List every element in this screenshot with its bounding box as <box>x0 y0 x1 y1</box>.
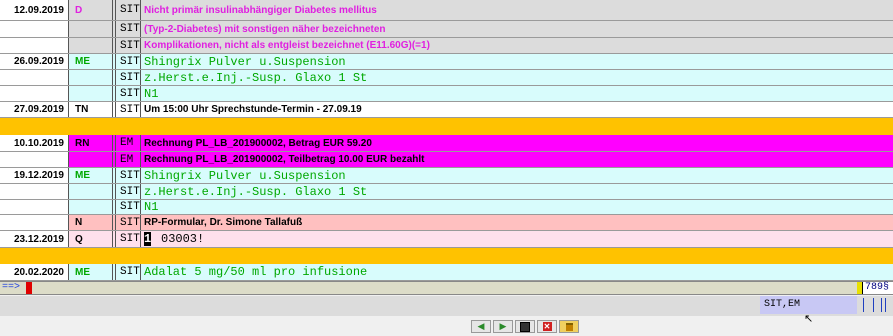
record-row[interactable]: 27.09.2019 TN SIT Um 15:00 Uhr Sprechstunde… <box>0 102 893 118</box>
row-type: ME <box>69 264 113 280</box>
record-row[interactable]: SIT (Typ-2-Diabetes) mit sonstigen näher … <box>0 21 893 38</box>
row-text: Komplikationen, nicht als entgleist beze… <box>144 40 430 51</box>
record-row[interactable]: SIT z.Herst.e.Inj.-Susp. Glaxo 1 St <box>0 184 893 200</box>
row-text: Adalat 5 mg/50 ml pro infusione <box>144 265 368 279</box>
counter-indicator <box>857 282 863 294</box>
patient-record-grid: 12.09.2019 D SIT Nicht primär insulinabhäng… <box>0 0 893 281</box>
record-row[interactable]: 10.10.2019 RN EM Rechnung PL_LB_201900002, … <box>0 135 893 152</box>
row-type <box>69 70 113 85</box>
forward-arrow-icon: ▶ <box>499 321 507 331</box>
row-text: z.Herst.e.Inj.-Susp. Glaxo 1 St <box>144 70 368 85</box>
record-row[interactable]: N SIT RP-Formular, Dr. Simone Tallafuß <box>0 215 893 231</box>
row-text: N1 <box>144 86 159 101</box>
row-code: SIT <box>116 215 141 230</box>
row-text: N1 <box>144 200 159 214</box>
row-code: SIT <box>116 231 141 247</box>
command-line[interactable]: ==> 789§ <box>0 281 893 295</box>
back-arrow-icon: ◀ <box>477 321 485 331</box>
row-text: Um 15:00 Uhr Sprechstunde-Termin - 27.09… <box>144 104 362 115</box>
row-type: Q <box>69 231 113 247</box>
record-row[interactable]: 23.12.2019 Q SIT 1 03003! <box>0 231 893 248</box>
row-type <box>69 86 113 101</box>
row-date: 20.02.2020 <box>0 264 69 280</box>
row-type: ME <box>69 54 113 69</box>
row-type <box>69 184 113 199</box>
row-date: 19.12.2019 <box>0 168 69 183</box>
row-text: (Typ-2-Diabetes) mit sonstigen näher bez… <box>144 23 386 35</box>
row-code: SIT <box>116 168 141 183</box>
record-row[interactable]: SIT N1 <box>0 200 893 215</box>
row-code: EM <box>116 152 141 167</box>
row-date <box>0 21 69 37</box>
back-button[interactable]: ◀ <box>471 320 491 333</box>
row-code: SIT <box>116 21 141 37</box>
row-text: Nicht primär insulinabhängiger Diabetes … <box>144 4 377 16</box>
record-row[interactable]: SIT z.Herst.e.Inj.-Susp. Glaxo 1 St <box>0 70 893 86</box>
row-type <box>69 152 113 167</box>
row-text: Rechnung PL_LB_201900002, Betrag EUR 59.… <box>144 137 372 149</box>
row-date <box>0 215 69 230</box>
entry-counter: 789§ <box>857 282 893 294</box>
row-code: SIT <box>116 264 141 280</box>
row-code: SIT <box>116 54 141 69</box>
row-type: TN <box>69 102 113 117</box>
row-code: SIT <box>116 102 141 117</box>
lock-button[interactable] <box>559 320 579 333</box>
row-date <box>0 200 69 214</box>
row-date <box>0 152 69 167</box>
row-code: SIT <box>116 86 141 101</box>
year-separator-bar <box>0 118 893 135</box>
row-text: 1 03003! <box>141 231 893 247</box>
row-code: SIT <box>116 0 141 20</box>
bottom-toolbar: ◀ ▶ ✕ <box>471 320 579 334</box>
row-code: EM <box>116 135 141 151</box>
row-code: SIT <box>116 70 141 85</box>
row-type <box>69 38 113 53</box>
record-row[interactable]: 19.12.2019 ME SIT Shingrix Pulver u.Suspens… <box>0 168 893 184</box>
row-text-value: 03003! <box>161 232 205 246</box>
row-date: 26.09.2019 <box>0 54 69 69</box>
command-prompt: ==> <box>2 282 21 293</box>
row-code: SIT <box>116 184 141 199</box>
close-x-icon: ✕ <box>542 322 552 331</box>
record-row[interactable]: 20.02.2020 ME SIT Adalat 5 mg/50 ml pro inf… <box>0 264 893 281</box>
record-row[interactable]: 26.09.2019 ME SIT Shingrix Pulver u.Suspens… <box>0 54 893 70</box>
row-date: 27.09.2019 <box>0 102 69 117</box>
record-row[interactable]: 12.09.2019 D SIT Nicht primär insulinabhäng… <box>0 0 893 21</box>
row-type: ME <box>69 168 113 183</box>
text-cursor: 1 <box>144 232 152 246</box>
row-text: RP-Formular, Dr. Simone Tallafuß <box>144 217 303 228</box>
row-date <box>0 38 69 53</box>
row-type: N <box>69 215 113 230</box>
row-text: Rechnung PL_LB_201900002, Teilbetrag 10.… <box>144 154 425 165</box>
row-text: Shingrix Pulver u.Suspension <box>144 54 346 69</box>
forward-button[interactable]: ▶ <box>493 320 513 333</box>
row-text: z.Herst.e.Inj.-Susp. Glaxo 1 St <box>144 184 368 199</box>
row-type <box>69 21 113 37</box>
mouse-pointer-icon: ↖ <box>804 313 814 325</box>
year-separator-bar <box>0 248 893 264</box>
record-row[interactable]: EM Rechnung PL_LB_201900002, Teilbetrag 1… <box>0 152 893 168</box>
lock-icon <box>565 322 573 331</box>
counter-text: 789§ <box>865 282 890 293</box>
row-type <box>69 200 113 214</box>
row-date: 10.10.2019 <box>0 135 69 151</box>
record-row[interactable]: SIT N1 <box>0 86 893 102</box>
row-date <box>0 86 69 101</box>
record-row[interactable]: SIT Komplikationen, nicht als entgleist b… <box>0 38 893 54</box>
row-type: RN <box>69 135 113 151</box>
row-code: SIT <box>116 38 141 53</box>
row-type: D <box>69 0 113 20</box>
row-date <box>0 70 69 85</box>
row-date <box>0 184 69 199</box>
mini-scroll-indicator[interactable] <box>859 296 889 314</box>
save-button[interactable] <box>515 320 535 333</box>
save-disk-icon <box>520 321 530 332</box>
row-code: SIT <box>116 200 141 214</box>
close-button[interactable]: ✕ <box>537 320 557 333</box>
row-text: Shingrix Pulver u.Suspension <box>144 168 346 183</box>
input-cursor-marker <box>26 282 32 294</box>
row-date: 12.09.2019 <box>0 0 69 20</box>
row-date: 23.12.2019 <box>0 231 69 247</box>
